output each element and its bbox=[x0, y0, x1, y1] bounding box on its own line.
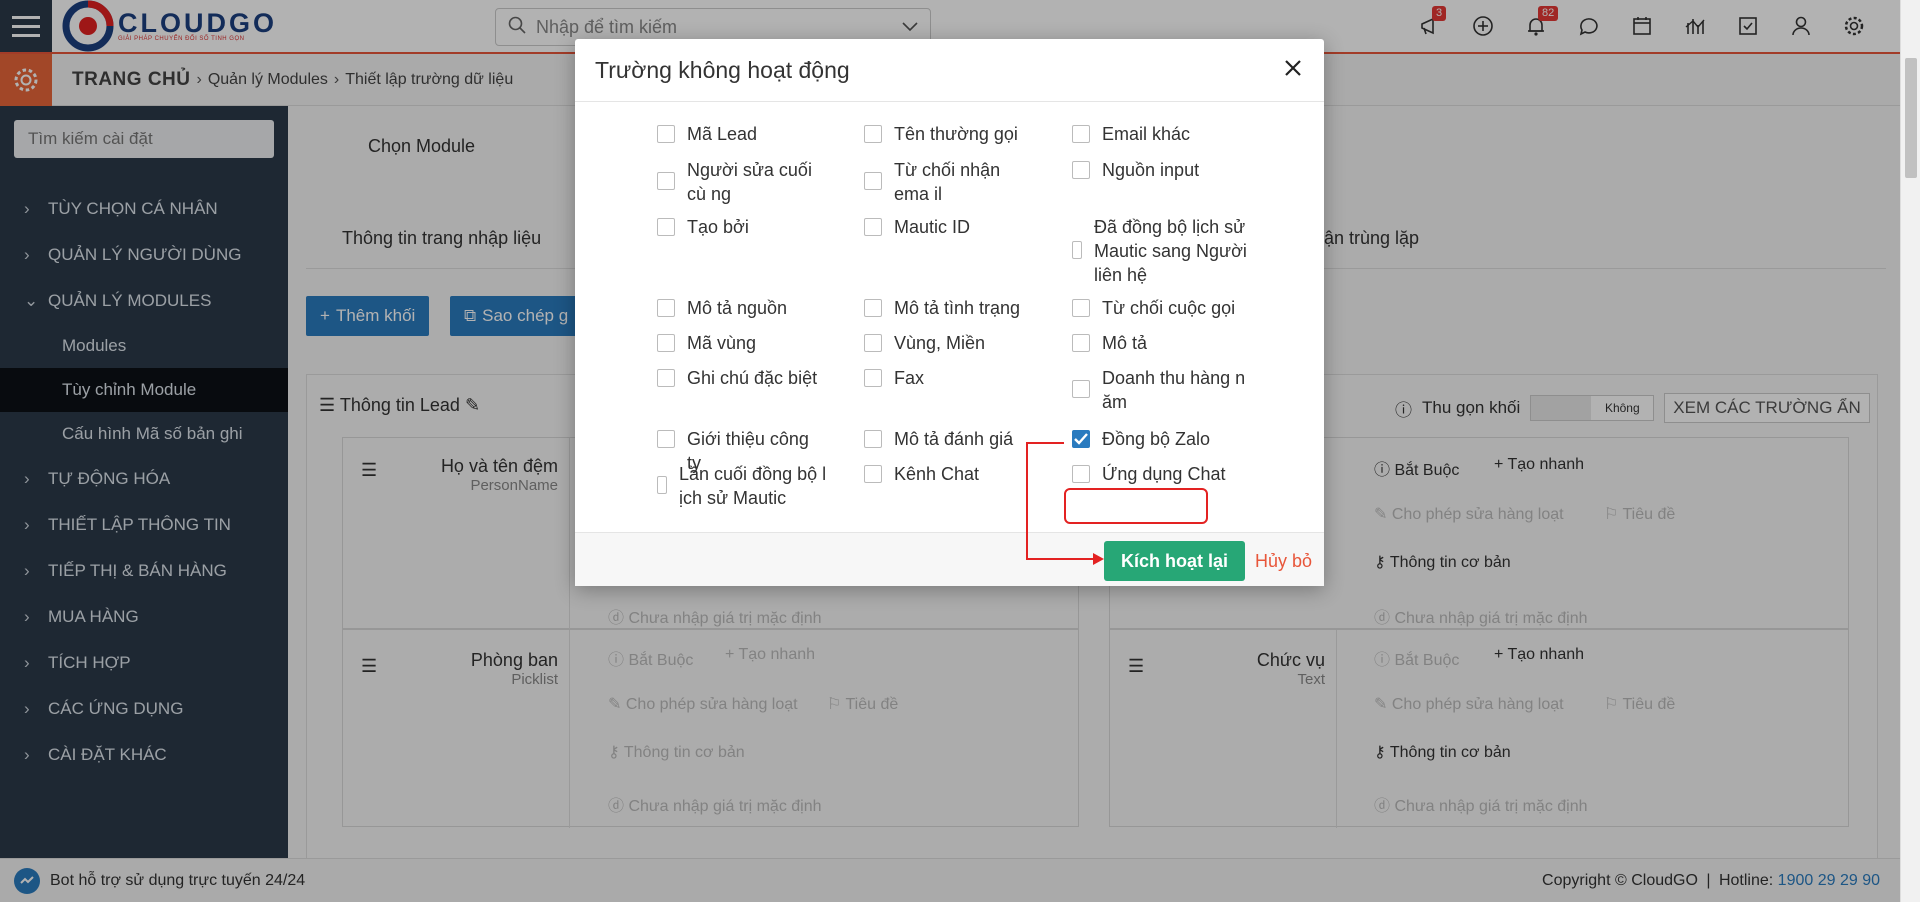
checkbox-label: Mô tả bbox=[1102, 333, 1148, 353]
checkbox-label: Người sửa cuối cù ng bbox=[687, 160, 812, 204]
checkbox-label: Từ chối nhận ema il bbox=[894, 160, 1001, 204]
field-checkbox[interactable]: Tạo bởi bbox=[657, 215, 827, 239]
checkbox-label: Email khác bbox=[1102, 124, 1191, 144]
checkbox-label: Mã vùng bbox=[687, 333, 757, 353]
inactive-fields-modal: Trường không hoạt động Mã Lead Tên thườn… bbox=[575, 39, 1324, 586]
checkbox-label: Tên thường gọi bbox=[894, 124, 1018, 144]
checkbox-label: Kênh Chat bbox=[894, 464, 980, 484]
checkbox[interactable] bbox=[657, 299, 675, 317]
field-checkbox[interactable]: Nguồn input bbox=[1072, 158, 1247, 182]
checkbox-label: Mô tả đánh giá bbox=[894, 429, 1014, 449]
checkbox[interactable] bbox=[657, 476, 667, 494]
field-checkbox[interactable]: Mô tả tình trạng bbox=[864, 296, 1034, 320]
field-checkbox[interactable]: Tên thường gọi bbox=[864, 122, 1034, 146]
checkbox[interactable] bbox=[1072, 241, 1082, 259]
checkbox[interactable] bbox=[864, 299, 882, 317]
field-checkbox[interactable]: Từ chối nhận ema il bbox=[864, 158, 1034, 206]
checkbox[interactable] bbox=[864, 125, 882, 143]
checkbox[interactable] bbox=[1072, 465, 1090, 483]
modal-header: Trường không hoạt động bbox=[575, 39, 1324, 102]
field-checkbox[interactable]: Vùng, Miền bbox=[864, 331, 1034, 355]
field-checkbox[interactable]: Từ chối cuộc gọi bbox=[1072, 296, 1247, 320]
checkbox[interactable] bbox=[864, 218, 882, 236]
cancel-button[interactable]: Hủy bỏ bbox=[1255, 551, 1312, 572]
checkbox-label: Mô tả nguồn bbox=[687, 298, 788, 318]
checkbox-label: Nguồn input bbox=[1102, 160, 1200, 180]
checkmark-icon bbox=[1074, 433, 1088, 445]
checkbox-label: Từ chối cuộc gọi bbox=[1102, 298, 1236, 318]
field-checkbox[interactable]: Mã Lead bbox=[657, 122, 827, 146]
checkbox-label: Ghi chú đặc biệt bbox=[687, 368, 818, 388]
checkbox-checked[interactable] bbox=[1072, 430, 1090, 448]
checkbox-label: Mautic ID bbox=[894, 217, 971, 237]
checkbox[interactable] bbox=[657, 125, 675, 143]
checkbox-label: Lần cuối đồng bộ l ịch sử Mautic bbox=[679, 464, 827, 508]
reactivate-button[interactable]: Kích hoạt lại bbox=[1104, 541, 1246, 581]
close-icon[interactable] bbox=[1278, 53, 1308, 83]
checkbox-label: Ứng dụng Chat bbox=[1102, 464, 1226, 484]
app-root: CLOUDGO GIẢI PHÁP CHUYỂN ĐỔI SỐ TINH GỌN… bbox=[0, 0, 1920, 902]
checkbox[interactable] bbox=[657, 218, 675, 236]
field-checkbox[interactable]: Doanh thu hàng n ăm bbox=[1072, 366, 1247, 414]
checkbox[interactable] bbox=[657, 172, 675, 190]
checkbox-label: Tạo bởi bbox=[687, 217, 749, 237]
checkbox[interactable] bbox=[657, 430, 675, 448]
field-checkbox[interactable]: Lần cuối đồng bộ l ịch sử Mautic bbox=[657, 462, 827, 510]
checkbox[interactable] bbox=[1072, 299, 1090, 317]
field-checkbox[interactable]: Kênh Chat bbox=[864, 462, 1034, 486]
checkbox[interactable] bbox=[864, 369, 882, 387]
checkbox[interactable] bbox=[1072, 380, 1090, 398]
field-checkbox[interactable]: Mô tả bbox=[1072, 331, 1247, 355]
field-checkbox[interactable]: Mautic ID bbox=[864, 215, 1034, 239]
checkbox[interactable] bbox=[657, 369, 675, 387]
page-scrollbar[interactable] bbox=[1900, 0, 1920, 902]
field-checkbox[interactable]: Fax bbox=[864, 366, 1034, 390]
field-checkbox[interactable]: Mã vùng bbox=[657, 331, 827, 355]
scrollbar-thumb[interactable] bbox=[1905, 58, 1917, 178]
checkbox[interactable] bbox=[864, 172, 882, 190]
checkbox[interactable] bbox=[864, 430, 882, 448]
field-checkbox[interactable]: Mô tả đánh giá bbox=[864, 427, 1034, 451]
checkbox-label: Đã đồng bộ lịch sử Mautic sang Người liê… bbox=[1094, 217, 1247, 285]
checkbox[interactable] bbox=[1072, 334, 1090, 352]
checkbox-label: Mã Lead bbox=[687, 124, 758, 144]
checkbox-label: Vùng, Miền bbox=[894, 333, 986, 353]
checkbox-label: Fax bbox=[894, 368, 925, 388]
field-checkbox[interactable]: Đã đồng bộ lịch sử Mautic sang Người liê… bbox=[1072, 215, 1247, 287]
field-checkbox[interactable]: Ứng dụng Chat bbox=[1072, 462, 1247, 486]
checkbox-label: Đồng bộ Zalo bbox=[1102, 429, 1211, 449]
field-checkbox[interactable]: Người sửa cuối cù ng bbox=[657, 158, 827, 206]
field-checkbox[interactable]: Mô tả nguồn bbox=[657, 296, 827, 320]
annotation-highlight-box bbox=[1064, 488, 1208, 524]
modal-body: Mã Lead Tên thường gọi Email khác Người … bbox=[575, 102, 1324, 531]
checkbox[interactable] bbox=[1072, 161, 1090, 179]
field-checkbox[interactable]: Email khác bbox=[1072, 122, 1247, 146]
checkbox-label: Mô tả tình trạng bbox=[894, 298, 1021, 318]
modal-footer: Kích hoạt lại Hủy bỏ bbox=[575, 532, 1324, 586]
checkbox[interactable] bbox=[864, 465, 882, 483]
checkbox[interactable] bbox=[1072, 125, 1090, 143]
field-checkbox[interactable]: Ghi chú đặc biệt bbox=[657, 366, 827, 390]
modal-title: Trường không hoạt động bbox=[595, 56, 850, 83]
checkbox[interactable] bbox=[657, 334, 675, 352]
checkbox[interactable] bbox=[864, 334, 882, 352]
checkbox-label: Doanh thu hàng n ăm bbox=[1102, 368, 1246, 412]
zalo-sync-checkbox[interactable]: Đồng bộ Zalo bbox=[1072, 427, 1247, 451]
